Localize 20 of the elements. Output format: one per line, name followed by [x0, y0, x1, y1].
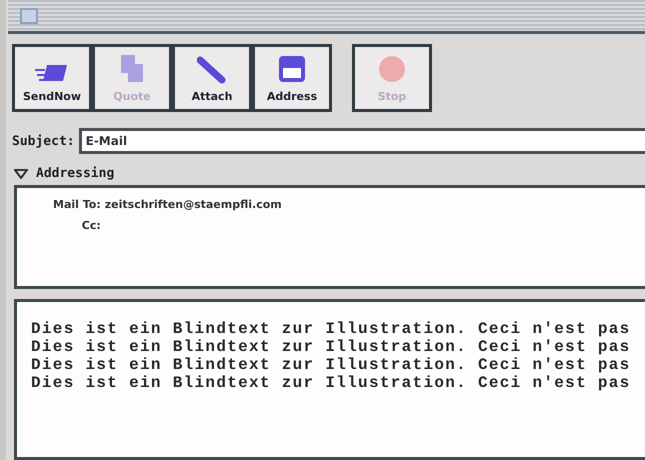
body-text-line: Dies ist ein Blindtext zur Illustration. Ceci n'est pas	[31, 374, 632, 392]
toolbar-button[interactable]: SendNow	[12, 44, 92, 112]
address-card-icon	[277, 54, 307, 84]
toolbar-button[interactable]: Address	[252, 44, 332, 112]
disclosure-triangle-icon[interactable]	[14, 168, 28, 178]
subject-label: Subject:	[12, 134, 75, 148]
message-body[interactable]	[14, 299, 645, 460]
toolbar-button[interactable]: Attach	[172, 44, 252, 112]
address-value[interactable]: zeitschriften@staempfli.com	[100, 198, 645, 211]
subject-field[interactable]: E-Mail	[78, 128, 645, 154]
addressing-label: Addressing	[36, 166, 114, 181]
envelope-icon	[35, 62, 69, 84]
body-text-line: Dies ist ein Blindtext zur Illustration. Ceci n'est pas	[31, 356, 632, 374]
body-text-line: Dies ist ein Blindtext zur Illustration. Ceci n'est pas	[31, 338, 632, 356]
documents-icon	[119, 54, 145, 84]
address-label: Mail To:	[53, 198, 101, 211]
address-label: Cc:	[80, 219, 101, 232]
body-text-line: Dies ist ein Blindtext zur Illustration. Ceci n'est pas	[31, 320, 632, 338]
stop-icon	[377, 54, 407, 84]
paperclip-icon	[197, 56, 227, 84]
